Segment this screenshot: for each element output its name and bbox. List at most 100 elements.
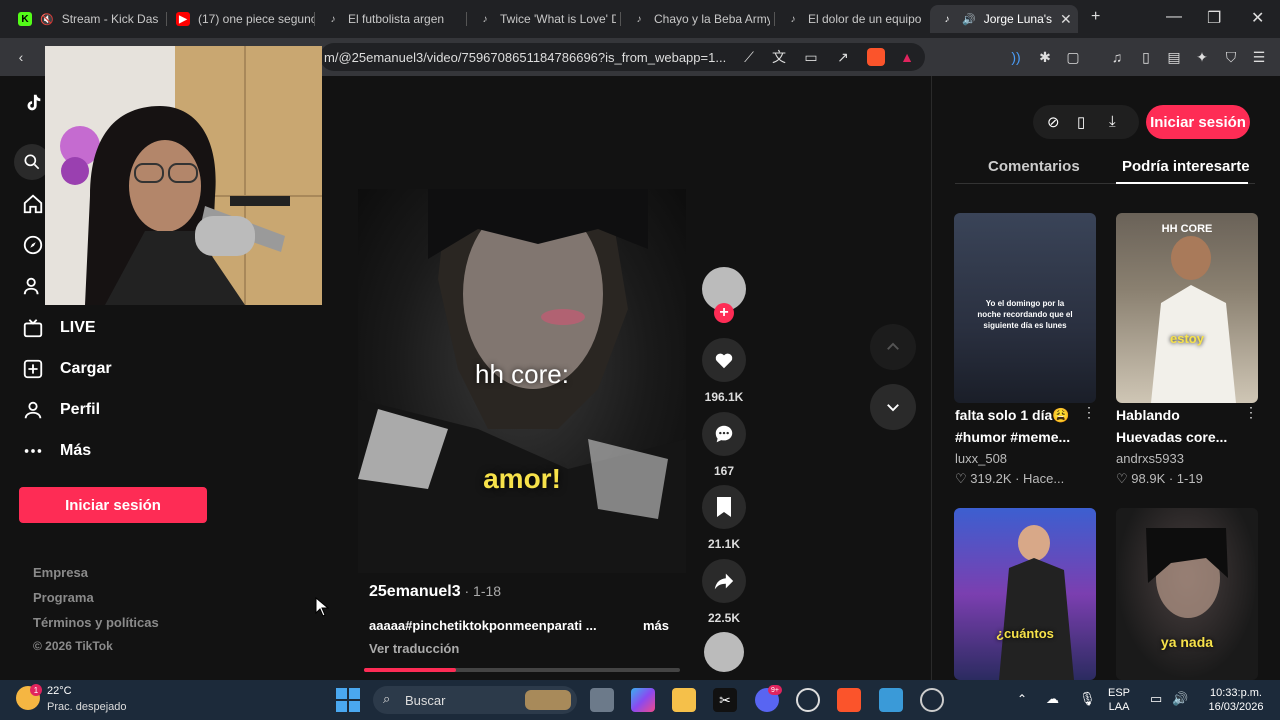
tab-tiktok-1[interactable]: ♪ El futbolista argen bbox=[316, 5, 464, 33]
translate-icon[interactable]: 文 bbox=[770, 48, 788, 66]
card-title[interactable]: Hablando Huevadas core... bbox=[1116, 404, 1246, 448]
compass-icon bbox=[23, 235, 43, 255]
card-user[interactable]: andrxs5933 bbox=[1116, 451, 1184, 466]
card-meta-text: 98.9K · 1-19 bbox=[1131, 471, 1203, 486]
music-disc-button[interactable] bbox=[701, 632, 747, 672]
youtube-icon: ▶ bbox=[176, 12, 190, 26]
tab-tiktok-active[interactable]: ♪ 🔊 Jorge Luna's ✕ bbox=[930, 5, 1078, 33]
sidebar-item-live[interactable]: LIVE bbox=[22, 317, 96, 339]
video-author[interactable]: 25emanuel3 · 1-18 bbox=[369, 583, 501, 601]
device-icon[interactable]: ▯ bbox=[1077, 113, 1085, 131]
cast-icon[interactable]: ▭ bbox=[802, 48, 820, 66]
tab-tiktok-4[interactable]: ♪ El dolor de un equipo bbox=[776, 5, 924, 33]
tiktok-icon: ♪ bbox=[636, 13, 642, 25]
minimize-button[interactable]: — bbox=[1166, 8, 1182, 26]
capcut-icon[interactable]: ✂ bbox=[713, 688, 737, 712]
card-thumbnail[interactable]: ¿cuántos bbox=[954, 508, 1096, 680]
extensions-icon[interactable]: ✱ bbox=[1036, 48, 1054, 66]
footer-link-company[interactable]: Empresa bbox=[33, 565, 88, 580]
file-explorer-icon[interactable] bbox=[672, 688, 696, 712]
media-icon[interactable]: ♫ bbox=[1108, 48, 1126, 66]
sidebar-item-profile[interactable]: Perfil bbox=[22, 399, 100, 421]
sidebar-item-more[interactable]: Más bbox=[22, 440, 91, 462]
language-indicator[interactable]: ESP LAA bbox=[1108, 686, 1130, 714]
wallet-icon[interactable]: ▤ bbox=[1165, 48, 1183, 66]
close-window-button[interactable]: ✕ bbox=[1251, 8, 1264, 28]
more-dots-icon bbox=[24, 449, 42, 453]
tab-tiktok-3[interactable]: ♪ Chayo y la Beba Army bbox=[622, 5, 771, 33]
like-button[interactable]: 196.1K bbox=[701, 338, 747, 404]
vpn-icon[interactable]: ⛉ bbox=[1222, 48, 1240, 66]
sidebar-item-upload[interactable]: Cargar bbox=[22, 358, 112, 380]
task-view-icon[interactable] bbox=[590, 688, 614, 712]
header-login-button[interactable]: Iniciar sesión bbox=[1146, 105, 1250, 139]
webcam-overlay bbox=[45, 46, 322, 305]
tab-comments[interactable]: Comentarios bbox=[988, 158, 1080, 175]
footer-link-program[interactable]: Programa bbox=[33, 590, 94, 605]
save-button[interactable]: 21.1K bbox=[701, 485, 747, 551]
weather-temp[interactable]: 22°C bbox=[47, 685, 72, 697]
post-date: · 1-18 bbox=[460, 583, 502, 599]
share-icon[interactable]: ↗ bbox=[834, 48, 852, 66]
no-audio-icon[interactable]: ⟋ bbox=[740, 48, 758, 66]
tab-tiktok-2[interactable]: ♪ Twice 'What is Love' D bbox=[468, 5, 617, 33]
clock-time: 10:33:p.m. bbox=[1210, 687, 1262, 699]
brave-shield-icon[interactable] bbox=[867, 48, 885, 66]
restore-button[interactable]: ❐ bbox=[1207, 8, 1221, 28]
card-user[interactable]: luxx_508 bbox=[955, 451, 1007, 466]
card-meta-text: 319.2K · Hace... bbox=[970, 471, 1065, 486]
tab-recommended[interactable]: Podría interesarte bbox=[1122, 158, 1250, 175]
card-thumbnail[interactable]: Yo el domingo por la noche recordando qu… bbox=[954, 213, 1096, 403]
obs-icon[interactable] bbox=[796, 688, 820, 712]
clock[interactable]: 10:33:p.m. 16/03/2026 bbox=[1205, 686, 1267, 714]
share-button[interactable]: 22.5K bbox=[701, 559, 747, 625]
previous-video-button[interactable] bbox=[870, 324, 916, 370]
sidebar-login-button[interactable]: Iniciar sesión bbox=[19, 487, 207, 523]
steam-icon[interactable] bbox=[920, 688, 944, 712]
back-icon[interactable]: ‹ bbox=[12, 48, 30, 66]
volume-icon[interactable]: 🔊 bbox=[1172, 691, 1188, 707]
follow-plus-icon[interactable]: + bbox=[714, 303, 734, 323]
footer-link-terms[interactable]: Términos y políticas bbox=[33, 615, 159, 630]
video-overlay-highlight: amor! bbox=[483, 463, 561, 494]
tab-kick[interactable]: K 🔇 Stream - Kick Das bbox=[8, 5, 166, 33]
tab-audio-icon: 🔊 bbox=[962, 13, 976, 26]
tray-overflow-icon[interactable]: ⌃ bbox=[1017, 692, 1027, 706]
caption-more-button[interactable]: más bbox=[643, 618, 669, 633]
close-tab-icon[interactable]: ✕ bbox=[1060, 11, 1072, 28]
video-player[interactable]: hh core: amor! bbox=[358, 189, 686, 573]
card-thumbnail[interactable]: ya nada bbox=[1116, 508, 1258, 680]
menu-icon[interactable]: ☰ bbox=[1250, 48, 1268, 66]
sidebar-item-following[interactable] bbox=[22, 275, 44, 297]
screenshot-icon[interactable]: ▢ bbox=[1064, 48, 1082, 66]
photos-icon[interactable] bbox=[879, 688, 903, 712]
new-tab-button[interactable]: + bbox=[1091, 8, 1100, 26]
comment-button[interactable]: 167 bbox=[701, 412, 747, 478]
sidebar-item-home[interactable] bbox=[22, 193, 44, 215]
copilot-365-icon[interactable] bbox=[631, 688, 655, 712]
translate-button[interactable]: Ver traducción bbox=[369, 641, 459, 656]
audio-playing-icon[interactable]: )) bbox=[1007, 48, 1025, 66]
creator-avatar-button[interactable]: + bbox=[701, 267, 747, 323]
start-button[interactable] bbox=[336, 688, 360, 712]
card-menu-icon[interactable]: ⋮ bbox=[1244, 404, 1258, 421]
coins-icon[interactable]: ⊘ bbox=[1047, 113, 1060, 131]
card-thumbnail[interactable]: HH CORE estoy bbox=[1116, 213, 1258, 403]
download-icon[interactable]: ⤓ bbox=[1109, 113, 1116, 130]
mouse-cursor-icon bbox=[315, 597, 329, 617]
video-progress-bar[interactable] bbox=[364, 668, 680, 672]
brave-browser-icon[interactable] bbox=[837, 688, 861, 712]
sidebar-icon[interactable]: ▯ bbox=[1137, 48, 1155, 66]
sidebar-item-explore[interactable] bbox=[22, 234, 44, 256]
tab-youtube[interactable]: ▶ (17) one piece segunc bbox=[166, 5, 314, 33]
taskbar-search[interactable]: ⌕ Buscar bbox=[373, 686, 577, 714]
microphone-icon[interactable]: 🎙 bbox=[1079, 691, 1096, 707]
tiktok-logo[interactable] bbox=[22, 92, 44, 114]
network-icon[interactable]: ▭ bbox=[1150, 691, 1162, 707]
leo-ai-icon[interactable]: ✦ bbox=[1193, 48, 1211, 66]
onedrive-icon[interactable]: ☁ bbox=[1046, 691, 1059, 707]
brave-rewards-icon[interactable]: ▲ bbox=[898, 48, 916, 66]
card-menu-icon[interactable]: ⋮ bbox=[1082, 404, 1096, 421]
next-video-button[interactable] bbox=[870, 384, 916, 430]
card-title[interactable]: falta solo 1 día😩 #humor #meme... bbox=[955, 404, 1085, 448]
